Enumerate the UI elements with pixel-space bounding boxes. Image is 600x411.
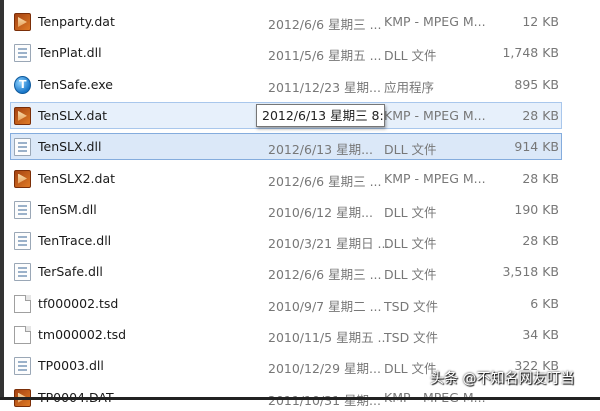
file-name: tf000002.tsd	[38, 295, 119, 311]
file-date: 2012/6/6 星期三 ...	[268, 17, 382, 32]
file-list[interactable]: Tenparty.dat 2012/6/6 星期三 ... KMP - MPEG M…	[4, 0, 600, 408]
file-date: 2010/11/5 星期五 ...	[268, 330, 390, 345]
file-row[interactable]: TenTrace.dll 2010/3/21 星期日 ... DLL 文件 28 KB	[10, 227, 562, 254]
file-type: DLL 文件	[384, 142, 437, 158]
file-size: 3,518 KB	[502, 264, 559, 280]
file-type: TSD 文件	[384, 330, 439, 345]
file-size: 34 KB	[522, 327, 559, 342]
file-name: TerSafe.dll	[38, 264, 103, 280]
tsd-file-icon	[14, 326, 31, 344]
dll-file-icon	[14, 357, 31, 376]
file-name: TenTrace.dll	[38, 233, 112, 249]
file-size: 28 KB	[522, 233, 559, 249]
file-name: TenSM.dll	[38, 201, 97, 217]
kmp-file-icon	[14, 13, 31, 31]
file-row[interactable]: tf000002.tsd 2010/9/7 星期二 ... TSD 文件 6 KB	[10, 290, 562, 317]
file-row[interactable]: Tenparty.dat 2012/6/6 星期三 ... KMP - MPEG M…	[10, 8, 562, 35]
dll-file-icon	[14, 200, 31, 219]
file-type: DLL 文件	[384, 204, 437, 220]
file-size: 28 KB	[522, 107, 559, 123]
file-size: 190 KB	[514, 201, 559, 217]
file-row[interactable]: TenSafe.exe 2011/12/23 星期...应用程序 895 KB	[10, 71, 562, 98]
file-type: KMP - MPEG M...	[384, 107, 486, 123]
file-type: 应用程序	[384, 79, 435, 95]
file-row[interactable]: TenSLX.dll 2012/6/13 星期... DLL 文件 914 KB	[10, 133, 562, 161]
file-row[interactable]: TenSM.dll 2010/6/12 星期... DLL 文件 190 KB	[10, 196, 562, 223]
file-size: 1,748 KB	[502, 45, 559, 61]
file-date: 2010/9/7 星期二 ...	[268, 298, 382, 314]
watermark: 头条 @不知名网友叮当	[430, 371, 575, 387]
file-type: KMP - MPEG M...	[384, 170, 486, 186]
file-date: 2011/12/23 星期...	[268, 79, 381, 95]
file-name: tm000002.tsd	[38, 327, 127, 342]
file-size: 28 KB	[522, 170, 559, 186]
file-row[interactable]: tm000002.tsd 2010/11/5 星期五 ... TSD 文件 34 KB	[10, 321, 562, 348]
file-date: 2012/6/6 星期三 ...	[268, 173, 382, 189]
file-type: DLL 文件	[384, 236, 437, 252]
file-size: 914 KB	[514, 139, 559, 155]
file-name: TenSLX2.dat	[38, 170, 116, 186]
file-type: TSD 文件	[384, 298, 439, 314]
file-row[interactable]: TenSLX2.dat 2012/6/6 星期三 ... KMP - MPEG M.…	[10, 165, 562, 192]
kmp-file-icon	[14, 169, 31, 188]
file-name: TenSafe.exe	[38, 76, 113, 92]
file-type: DLL 文件	[384, 267, 437, 283]
file-row[interactable]: TerSafe.dll 2012/6/6 星期三 ... DLL 文件 3,518 K…	[10, 258, 562, 285]
tensafe-app-icon	[14, 75, 31, 94]
file-date: 2010/3/21 星期日 ...	[268, 236, 390, 252]
file-date: 2011/5/6 星期五 ...	[268, 48, 382, 64]
file-type: DLL 文件	[384, 48, 437, 64]
dll-file-icon	[14, 232, 31, 251]
file-date: 2012/6/6 星期三 ...	[268, 267, 382, 283]
file-type: KMP - MPEG M...	[384, 14, 486, 29]
file-name: TenSLX.dll	[38, 139, 102, 155]
file-size: 6 KB	[530, 295, 559, 311]
file-name: TenSLX.dat	[38, 107, 108, 123]
date-tooltip: 2012/6/13 星期三 8:59	[256, 104, 385, 127]
file-name: TenPlat.dll	[38, 45, 102, 61]
kmp-file-icon	[14, 106, 31, 125]
file-row[interactable]: TenPlat.dll 2011/5/6 星期五 ... DLL 文件 1,748 K…	[10, 39, 562, 66]
file-type: DLL 文件	[384, 361, 437, 377]
file-size: 12 KB	[522, 14, 559, 29]
file-name: TP0003.dll	[38, 358, 104, 374]
dll-file-icon	[14, 263, 31, 282]
tsd-file-icon	[14, 294, 31, 313]
file-date: 2010/12/29 星期...	[268, 361, 381, 377]
dll-file-icon	[14, 44, 31, 63]
file-size: 895 KB	[514, 76, 559, 92]
file-name: Tenparty.dat	[38, 14, 115, 29]
file-date: 2010/6/12 星期...	[268, 204, 373, 220]
dll-file-icon	[14, 138, 31, 157]
file-date: 2012/6/13 星期...	[268, 142, 373, 158]
